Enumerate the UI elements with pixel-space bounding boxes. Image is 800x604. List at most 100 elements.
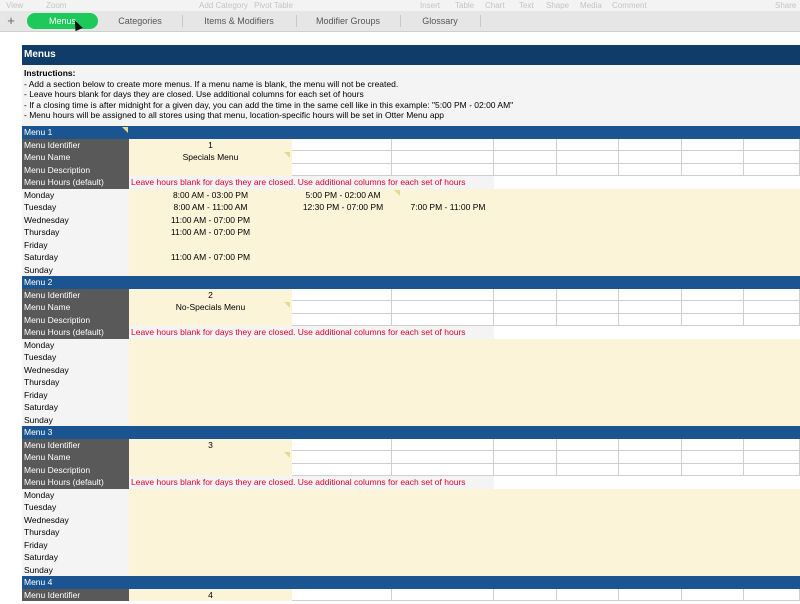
grid-cell[interactable] bbox=[557, 138, 619, 151]
grid-cell[interactable] bbox=[682, 151, 744, 164]
grid-cell[interactable] bbox=[682, 313, 744, 326]
hours-cell[interactable]: 8:00 AM - 03:00 PM bbox=[129, 189, 292, 202]
grid-cell[interactable] bbox=[292, 451, 392, 464]
grid-cell[interactable] bbox=[744, 451, 800, 464]
hours-cell[interactable] bbox=[392, 239, 504, 252]
grid-cell[interactable] bbox=[682, 163, 744, 176]
tab-menus[interactable]: Menus bbox=[27, 13, 98, 29]
grid-cell[interactable] bbox=[392, 288, 494, 301]
hours-cell[interactable] bbox=[292, 514, 394, 527]
grid-cell[interactable] bbox=[292, 588, 392, 601]
grid-cell[interactable] bbox=[619, 313, 682, 326]
grid-cell[interactable] bbox=[619, 301, 682, 314]
grid-cell[interactable] bbox=[494, 163, 557, 176]
tab-items-modifiers[interactable]: Items & Modifiers bbox=[184, 13, 294, 29]
hours-cell[interactable] bbox=[392, 401, 504, 414]
toolbar-comment[interactable]: Comment bbox=[612, 0, 647, 11]
hours-cell[interactable] bbox=[292, 351, 394, 364]
grid-cell[interactable] bbox=[392, 588, 494, 601]
hours-cell[interactable]: 11:00 AM - 07:00 PM bbox=[129, 251, 292, 264]
grid-cell[interactable] bbox=[292, 463, 392, 476]
menu-identifier-value[interactable]: 2 bbox=[129, 288, 292, 301]
hours-cell[interactable] bbox=[129, 489, 292, 502]
grid-cell[interactable] bbox=[494, 438, 557, 451]
hours-cell[interactable] bbox=[129, 239, 292, 252]
grid-cell[interactable] bbox=[557, 151, 619, 164]
hours-cell[interactable] bbox=[129, 551, 292, 564]
grid-cell[interactable] bbox=[392, 463, 494, 476]
grid-cell[interactable] bbox=[744, 301, 800, 314]
hours-cell[interactable] bbox=[292, 551, 394, 564]
hours-cell[interactable] bbox=[292, 251, 394, 264]
grid-cell[interactable] bbox=[744, 438, 800, 451]
hours-cell[interactable] bbox=[129, 401, 292, 414]
hours-cell[interactable]: 5:00 PM - 02:00 AM bbox=[292, 189, 394, 202]
grid-cell[interactable] bbox=[619, 151, 682, 164]
grid-cell[interactable] bbox=[292, 138, 392, 151]
grid-cell[interactable] bbox=[392, 301, 494, 314]
grid-cell[interactable] bbox=[392, 313, 494, 326]
grid-cell[interactable] bbox=[292, 313, 392, 326]
menu-name-value[interactable]: No-Specials Menu bbox=[129, 301, 292, 314]
menu-identifier-value[interactable]: 1 bbox=[129, 138, 292, 151]
hours-cell[interactable] bbox=[392, 214, 504, 227]
grid-cell[interactable] bbox=[744, 288, 800, 301]
grid-cell[interactable] bbox=[494, 463, 557, 476]
menu-identifier-value[interactable]: 4 bbox=[129, 588, 292, 601]
menu-description-value[interactable] bbox=[129, 313, 292, 326]
hours-cell[interactable] bbox=[392, 264, 504, 277]
grid-cell[interactable] bbox=[557, 463, 619, 476]
hours-cell[interactable] bbox=[129, 339, 292, 352]
grid-cell[interactable] bbox=[682, 588, 744, 601]
menu-description-value[interactable] bbox=[129, 463, 292, 476]
menu-identifier-value[interactable]: 3 bbox=[129, 438, 292, 451]
hours-cell[interactable] bbox=[392, 376, 504, 389]
grid-cell[interactable] bbox=[619, 451, 682, 464]
hours-cell[interactable] bbox=[292, 564, 394, 577]
hours-cell[interactable] bbox=[129, 376, 292, 389]
grid-cell[interactable] bbox=[292, 301, 392, 314]
hours-cell[interactable] bbox=[392, 564, 504, 577]
hours-cell[interactable] bbox=[292, 239, 394, 252]
toolbar-text[interactable]: Text bbox=[519, 0, 534, 11]
grid-cell[interactable] bbox=[494, 151, 557, 164]
hours-cell[interactable] bbox=[292, 214, 394, 227]
grid-cell[interactable] bbox=[392, 138, 494, 151]
toolbar-share[interactable]: Share bbox=[775, 0, 796, 11]
grid-cell[interactable] bbox=[557, 588, 619, 601]
grid-cell[interactable] bbox=[682, 138, 744, 151]
hours-cell[interactable] bbox=[392, 526, 504, 539]
grid-cell[interactable] bbox=[619, 288, 682, 301]
toolbar-pivot-table[interactable]: Pivot Table bbox=[254, 0, 293, 11]
grid-cell[interactable] bbox=[557, 438, 619, 451]
grid-cell[interactable] bbox=[392, 163, 494, 176]
hours-cell[interactable] bbox=[129, 514, 292, 527]
hours-cell[interactable] bbox=[129, 501, 292, 514]
grid-cell[interactable] bbox=[292, 163, 392, 176]
hours-cell[interactable] bbox=[392, 226, 504, 239]
hours-cell[interactable]: 12:30 PM - 07:00 PM bbox=[292, 201, 394, 214]
toolbar-add-category[interactable]: Add Category bbox=[199, 0, 248, 11]
grid-cell[interactable] bbox=[619, 163, 682, 176]
grid-cell[interactable] bbox=[494, 138, 557, 151]
hours-cell[interactable] bbox=[392, 414, 504, 427]
menu-name-value[interactable]: Specials Menu bbox=[129, 151, 292, 164]
hours-cell[interactable] bbox=[129, 539, 292, 552]
grid-cell[interactable] bbox=[619, 463, 682, 476]
grid-cell[interactable] bbox=[744, 151, 800, 164]
grid-cell[interactable] bbox=[619, 138, 682, 151]
grid-cell[interactable] bbox=[619, 588, 682, 601]
tab-categories[interactable]: Categories bbox=[100, 13, 180, 29]
grid-cell[interactable] bbox=[292, 151, 392, 164]
grid-cell[interactable] bbox=[744, 463, 800, 476]
hours-cell[interactable] bbox=[292, 226, 394, 239]
hours-cell[interactable] bbox=[129, 414, 292, 427]
grid-cell[interactable] bbox=[744, 313, 800, 326]
grid-cell[interactable] bbox=[682, 438, 744, 451]
hours-cell[interactable] bbox=[392, 539, 504, 552]
grid-cell[interactable] bbox=[494, 301, 557, 314]
grid-cell[interactable] bbox=[557, 313, 619, 326]
grid-cell[interactable] bbox=[392, 151, 494, 164]
hours-cell[interactable] bbox=[292, 364, 394, 377]
grid-cell[interactable] bbox=[392, 451, 494, 464]
